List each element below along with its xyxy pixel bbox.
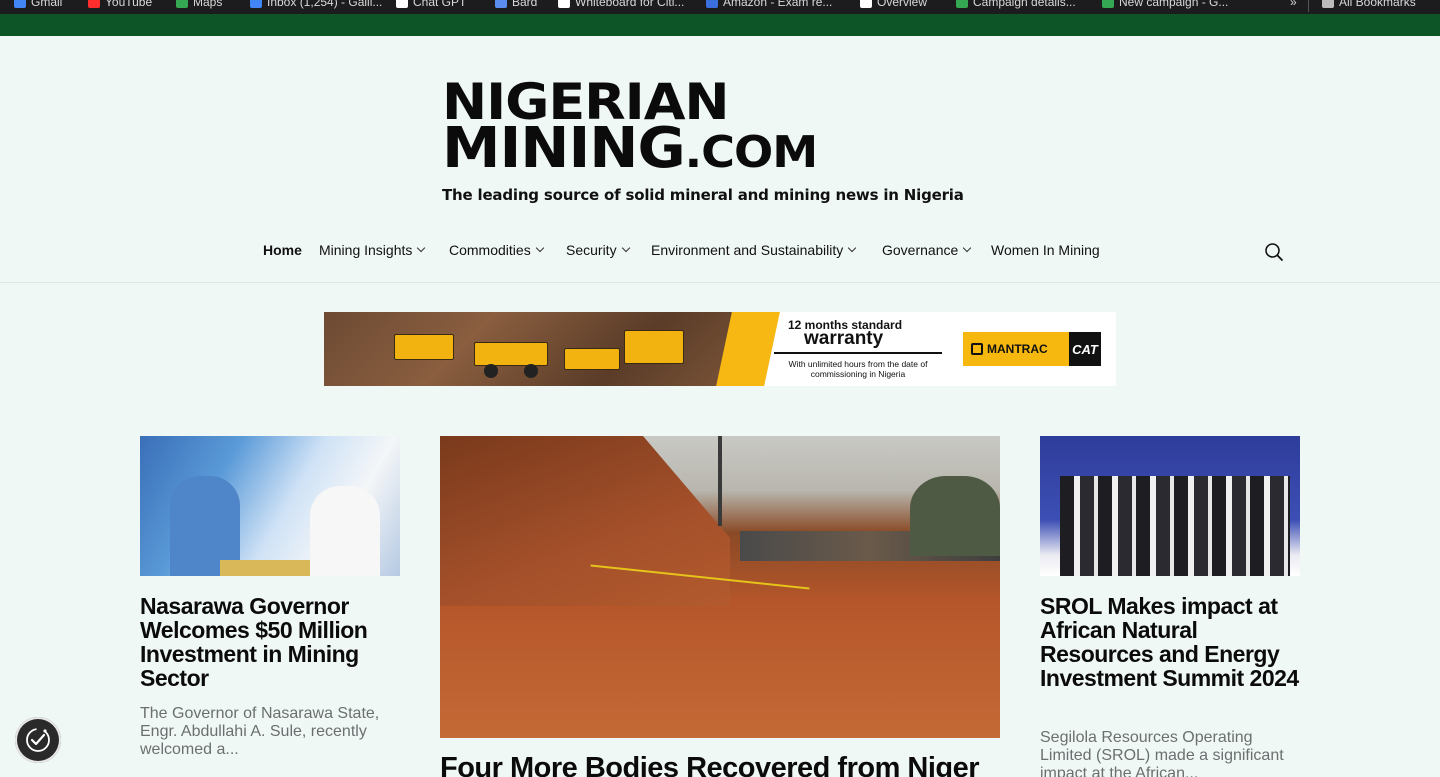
nav-governance[interactable]: Governance: [882, 242, 972, 258]
nav-women-in-mining[interactable]: Women In Mining: [991, 242, 1100, 258]
amazon-icon: [706, 0, 718, 8]
article-left-image[interactable]: [140, 436, 400, 576]
overview-icon: [860, 0, 872, 8]
bookmark-chatgpt[interactable]: Chat GPT: [396, 0, 466, 10]
accessibility-icon: [26, 728, 50, 752]
google-ads-icon: [1102, 0, 1114, 8]
youtube-icon: [88, 0, 100, 8]
article-left-excerpt: The Governor of Nasarawa State, Engr. Ab…: [140, 705, 380, 758]
wheel-shape: [484, 364, 498, 378]
bookmark-gmail[interactable]: Gmail: [14, 0, 62, 10]
site-logo[interactable]: NIGERIAN MINING.COM: [442, 77, 1002, 180]
google-ads-icon: [956, 0, 968, 8]
nav-mining-insights[interactable]: Mining Insights: [319, 242, 426, 258]
excavator-shape: [394, 334, 454, 360]
logo-mining-text: MINING: [442, 116, 686, 181]
banner-rule: [774, 352, 942, 354]
gmail-icon: [14, 0, 26, 8]
nav-security[interactable]: Security: [566, 242, 630, 258]
all-bookmarks[interactable]: All Bookmarks: [1322, 0, 1416, 10]
whiteboard-icon: [558, 0, 570, 8]
bookmarks-divider: [1308, 0, 1309, 12]
red-earth-cliff: [440, 436, 730, 606]
maps-icon: [176, 0, 188, 8]
chatgpt-icon: [396, 0, 408, 8]
bookmark-bard[interactable]: Bard: [495, 0, 537, 10]
chevron-down-icon: [417, 243, 426, 253]
group-of-people: [1060, 476, 1290, 576]
accessibility-button[interactable]: [15, 717, 61, 763]
article-center-image[interactable]: [440, 436, 1000, 738]
logo-tld: .COM: [684, 127, 819, 178]
article-left-headline[interactable]: Nasarawa Governor Welcomes $50 Million I…: [140, 594, 400, 690]
bard-icon: [495, 0, 507, 8]
person-figure: [310, 486, 380, 576]
dump-truck-shape: [474, 342, 548, 366]
article-right-image[interactable]: [1040, 436, 1300, 576]
bookmark-overview[interactable]: Overview: [860, 0, 927, 10]
top-brand-strip: [0, 14, 1440, 36]
article-right-headline[interactable]: SROL Makes impact at African Natural Res…: [1040, 594, 1300, 690]
chevron-down-icon: [621, 243, 630, 253]
bookmark-youtube[interactable]: YouTube: [88, 0, 152, 10]
telecom-mast: [718, 436, 722, 526]
main-nav: Home Mining Insights Commodities Securit…: [0, 242, 1440, 264]
chevron-down-icon: [535, 243, 544, 253]
chevron-down-icon: [847, 243, 857, 253]
header-divider: [0, 282, 1440, 283]
chevron-down-icon: [963, 243, 972, 253]
banner-warranty-big: warranty: [804, 328, 884, 349]
article-right-excerpt: Segilola Resources Operating Limited (SR…: [1040, 729, 1284, 777]
bookmark-whiteboard[interactable]: Whiteboard for Citi...: [558, 0, 684, 10]
search-button[interactable]: [1264, 242, 1284, 262]
bookmarks-overflow[interactable]: »: [1290, 0, 1297, 10]
mantrac-cat-banner-ad[interactable]: 12 months standard warranty With unlimit…: [324, 312, 1116, 386]
nav-home[interactable]: Home: [263, 242, 302, 258]
bookmark-campaign-details[interactable]: Campaign details...: [956, 0, 1076, 10]
mantrac-logo: MANTRAC: [963, 332, 1069, 366]
bookmark-new-campaign[interactable]: New campaign - G...: [1102, 0, 1228, 10]
tree: [910, 476, 1000, 556]
banner-warranty-sub: With unlimited hours from the date of co…: [788, 359, 928, 379]
nav-commodities[interactable]: Commodities: [449, 242, 544, 258]
gold-tray: [220, 560, 310, 576]
article-center-headline[interactable]: Four More Bodies Recovered from Niger: [440, 752, 1040, 777]
bookmark-inbox[interactable]: Inbox (1,254) - Galli...: [250, 0, 382, 10]
site-tagline: The leading source of solid mineral and …: [442, 186, 964, 204]
excavator-shape: [624, 330, 684, 364]
folder-icon: [1322, 0, 1334, 8]
mail-icon: [250, 0, 262, 8]
bookmark-maps[interactable]: Maps: [176, 0, 222, 10]
mantrac-emblem-icon: [971, 343, 983, 355]
cat-logo: CAT: [1069, 332, 1101, 366]
search-icon: [1265, 243, 1283, 261]
logo-line-mining: MINING.COM: [442, 121, 1030, 180]
nav-environment-sustainability[interactable]: Environment and Sustainability: [651, 242, 857, 258]
loader-shape: [564, 348, 620, 370]
banner-machinery-image: [324, 312, 744, 386]
bookmarks-bar: Gmail YouTube Maps Inbox (1,254) - Galli…: [0, 0, 1440, 14]
bookmark-amazon[interactable]: Amazon - Exam re...: [706, 0, 832, 10]
wheel-shape: [524, 364, 538, 378]
